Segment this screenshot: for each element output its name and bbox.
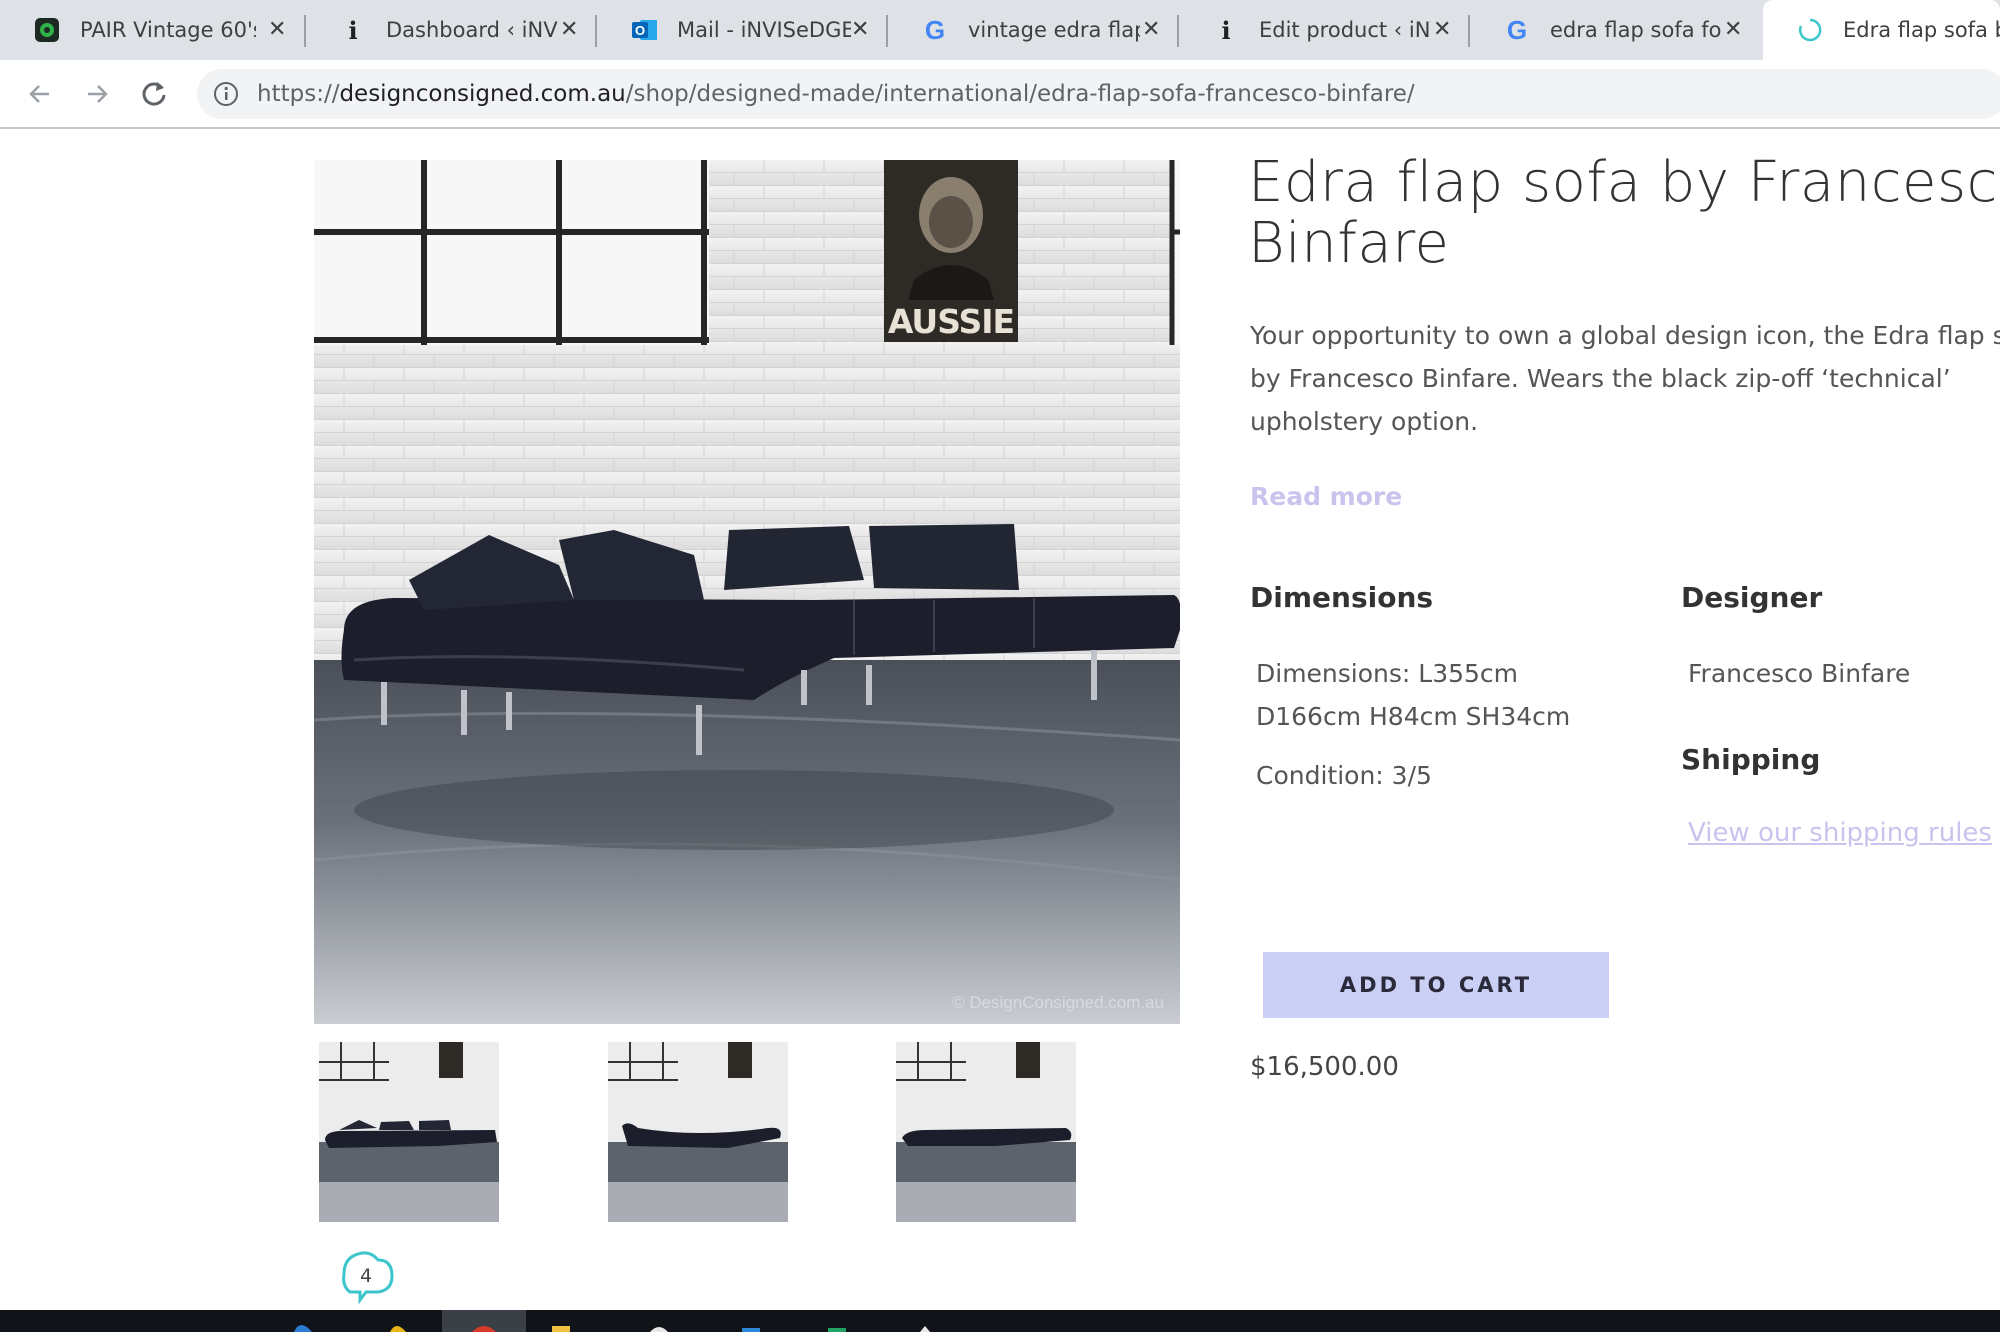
tab-title: PAIR Vintage 60's I — [80, 18, 256, 42]
info-icon: i — [348, 15, 358, 45]
info-icon: i — [1221, 15, 1231, 45]
dimensions-line: D166cm H84cm SH34cm — [1256, 702, 1571, 731]
add-to-cart-button[interactable]: ADD TO CART — [1263, 952, 1609, 1018]
product-price: $16,500.00 — [1250, 1052, 1399, 1082]
product-title-line: Binfare — [1248, 211, 1450, 276]
dimensions-text: Dimensions: L355cm D166cm H84cm SH34cm — [1256, 652, 1570, 738]
dimensions-line: Dimensions: L355cm — [1256, 659, 1519, 688]
tab-title: Dashboard ‹ iNVIS — [386, 18, 558, 42]
chat-count: 4 — [360, 1265, 373, 1287]
close-tab-icon[interactable]: ✕ — [268, 17, 286, 43]
close-tab-icon[interactable]: ✕ — [560, 17, 578, 43]
shipping-rules-link[interactable]: View our shipping rules — [1688, 818, 1992, 848]
url-prefix: https:// — [257, 81, 340, 107]
tab-title: Mail - iNVISeDGE / — [677, 18, 851, 42]
app-taskbar-icon[interactable] — [740, 1310, 762, 1332]
tab-title: Edra flap sofa by F — [1843, 18, 2000, 42]
browser-tab[interactable]: O Mail - iNVISeDGE / ✕ — [597, 0, 888, 60]
tab-title: Edit product ‹ iNV — [1259, 18, 1431, 42]
browser-toolbar: https://designconsigned.com.au/shop/desi… — [0, 60, 2000, 129]
url-domain: designconsigned.com.au — [339, 81, 626, 107]
folder-taskbar-icon[interactable] — [550, 1310, 572, 1332]
product-thumbnail[interactable] — [608, 1042, 788, 1222]
product-main-photo[interactable]: AUSSIE © DesignConsigned.com.au — [314, 160, 1180, 1024]
product-thumbnail[interactable] — [896, 1042, 1076, 1222]
forward-arrow-icon[interactable] — [77, 74, 117, 114]
poster-sign-text: AUSSIE — [888, 302, 1014, 341]
shipping-heading: Shipping — [1681, 743, 1821, 776]
description-line: by Francesco Binfare. Wears the black zi… — [1250, 364, 1951, 393]
browser-tab[interactable]: G edra flap sofa for s ✕ — [1470, 0, 1761, 60]
browser-tab-strip: PAIR Vintage 60's I ✕ i Dashboard ‹ iNVI… — [0, 0, 2000, 60]
browser-tab-active[interactable]: Edra flap sofa by F — [1763, 0, 2000, 60]
outlook-icon: O — [631, 17, 657, 43]
tab-title: vintage edra flap s — [968, 18, 1140, 42]
edge-taskbar-icon[interactable] — [292, 1310, 314, 1332]
close-tab-icon[interactable]: ✕ — [851, 17, 869, 43]
designer-heading: Designer — [1681, 581, 1823, 614]
browser-tab[interactable]: i Dashboard ‹ iNVIS ✕ — [306, 0, 597, 60]
chrome-taskbar-icon[interactable] — [648, 1310, 670, 1332]
photo-watermark: © DesignConsigned.com.au — [952, 993, 1164, 1012]
app-taskbar-icon[interactable] — [914, 1310, 936, 1332]
description-line: Your opportunity to own a global design … — [1250, 321, 2000, 350]
ie-taskbar-icon[interactable] — [386, 1310, 408, 1332]
browser-tab[interactable]: G vintage edra flap s ✕ — [888, 0, 1179, 60]
loading-spinner-icon — [1797, 17, 1823, 43]
browser-tab[interactable]: i Edit product ‹ iNV ✕ — [1179, 0, 1470, 60]
url-path: /shop/designed-made/international/edra-f… — [625, 81, 1415, 107]
description-line: upholstery option. — [1250, 407, 1479, 436]
product-description: Your opportunity to own a global design … — [1250, 314, 2000, 443]
chrome-taskbar-active[interactable] — [442, 1310, 526, 1332]
address-bar[interactable]: https://designconsigned.com.au/shop/desi… — [197, 69, 2000, 119]
url-text[interactable]: https://designconsigned.com.au/shop/desi… — [257, 81, 1415, 107]
reload-icon[interactable] — [134, 74, 174, 114]
tab-title: edra flap sofa for s — [1550, 18, 1722, 42]
chrome-taskbar-icon — [472, 1326, 496, 1332]
poster: AUSSIE — [884, 160, 1018, 342]
site-info-icon[interactable] — [213, 81, 239, 111]
svg-text:O: O — [635, 23, 645, 38]
product-title: Edra flap sofa by Francesco Binfare — [1248, 152, 2000, 274]
browser-tab[interactable]: PAIR Vintage 60's I ✕ — [0, 0, 306, 60]
chat-widget-button[interactable]: 4 — [338, 1246, 398, 1306]
product-title-line: Edra flap sofa by Francesco — [1248, 150, 2000, 215]
product-thumbnail[interactable] — [319, 1042, 499, 1222]
excel-taskbar-icon[interactable] — [826, 1310, 848, 1332]
read-more-link[interactable]: Read more — [1250, 482, 1402, 511]
back-arrow-icon[interactable] — [20, 74, 60, 114]
close-tab-icon[interactable]: ✕ — [1142, 17, 1160, 43]
pair-green-logo-icon — [34, 17, 60, 43]
google-icon: G — [924, 14, 946, 45]
designer-name: Francesco Binfare — [1688, 659, 1911, 688]
close-tab-icon[interactable]: ✕ — [1724, 17, 1742, 43]
dimensions-heading: Dimensions — [1250, 581, 1434, 614]
condition-text: Condition: 3/5 — [1256, 761, 1432, 790]
google-icon: G — [1506, 14, 1528, 45]
close-tab-icon[interactable]: ✕ — [1433, 17, 1451, 43]
